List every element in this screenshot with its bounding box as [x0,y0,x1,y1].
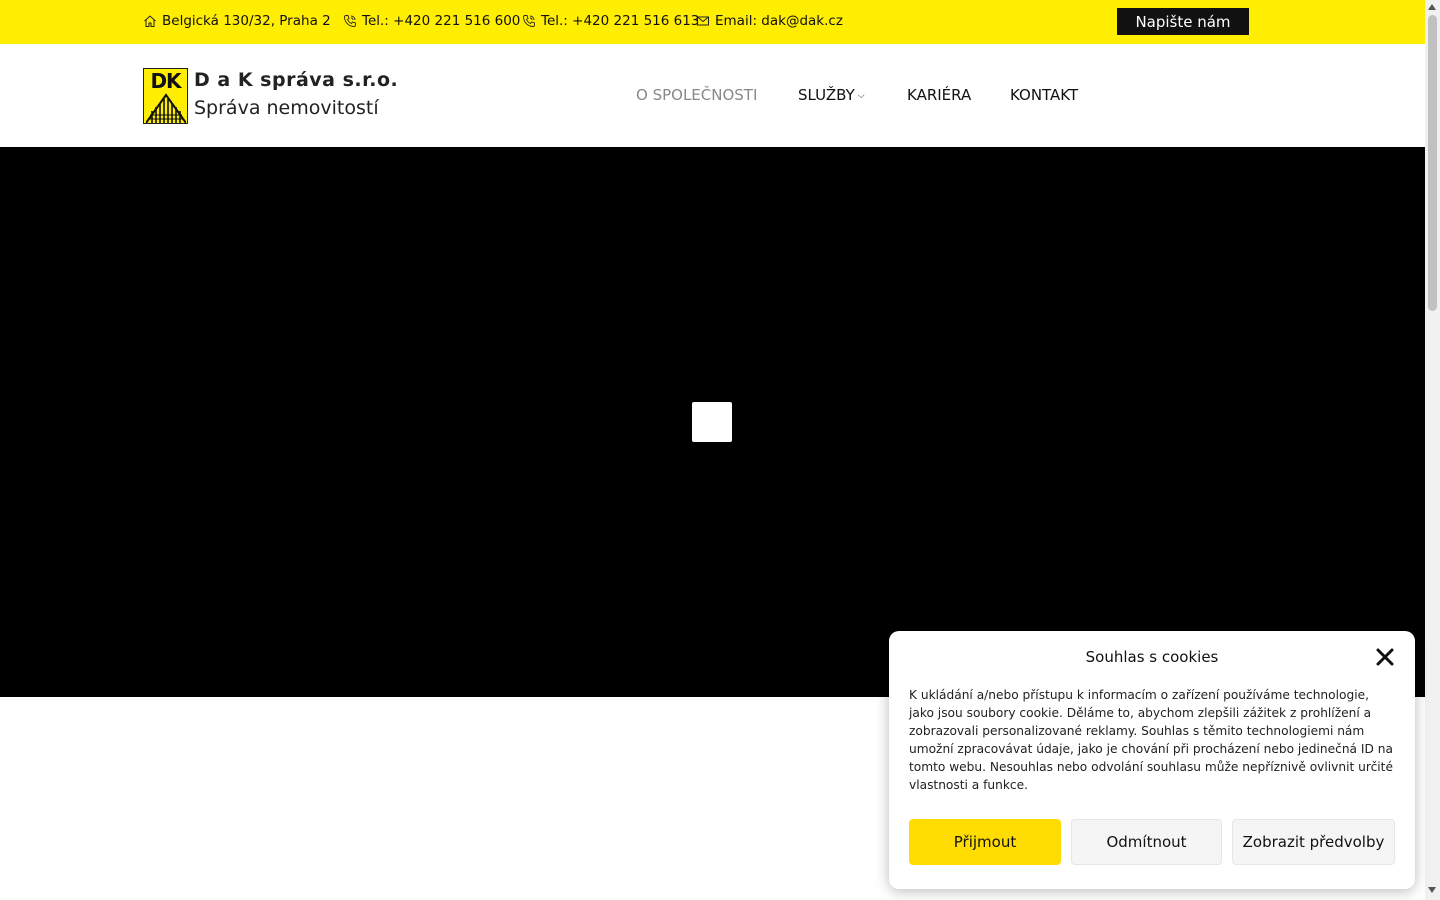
address-item: Belgická 130/32, Praha 2 [143,12,331,30]
phone-icon [344,15,356,27]
logo-building-icon [146,93,186,123]
logo[interactable]: DK [143,68,188,124]
cookie-title: Souhlas s cookies [1085,648,1219,666]
cookie-consent-dialog: Souhlas s cookies K ukládání a/nebo přís… [889,631,1415,889]
envelope-icon [697,16,709,26]
preferences-button[interactable]: Zobrazit předvolby [1232,819,1395,865]
chevron-down-icon: ⌵ [857,90,865,101]
nav-kariera[interactable]: KARIÉRA [907,86,971,104]
nav-o-spolecnosti[interactable]: O SPOLEČNOSTI [636,86,757,104]
nav-kontakt[interactable]: KONTAKT [1010,86,1078,104]
phone1-text[interactable]: Tel.: +420 221 516 600 [362,13,520,29]
hero-video[interactable] [0,147,1425,697]
email-item[interactable]: Email: dak@dak.cz [696,12,843,30]
company-tagline: Správa nemovitostí [194,97,379,119]
scrollbar-thumb[interactable] [1428,15,1437,311]
home-icon [144,15,156,27]
deny-button[interactable]: Odmítnout [1071,819,1222,865]
phone-icon [523,15,535,27]
phone2-item[interactable]: Tel.: +420 221 516 613 [522,12,699,30]
site-header: DK D a K správa s.r.o. Správa nemovitost… [0,44,1425,147]
close-icon[interactable] [1375,647,1395,667]
cookie-description: K ukládání a/nebo přístupu k informacím … [909,688,1393,792]
phone1-item[interactable]: Tel.: +420 221 516 600 [343,12,520,30]
phone2-text[interactable]: Tel.: +420 221 516 613 [541,13,699,29]
top-contact-bar: Belgická 130/32, Praha 2 Tel.: +420 221 … [0,0,1425,44]
nav-sluzby[interactable]: SLUŽBY ⌵ [798,86,865,104]
logo-text: DK [150,69,181,93]
play-icon[interactable] [692,402,732,442]
nav-sluzby-label: SLUŽBY [798,86,855,104]
address-text: Belgická 130/32, Praha 2 [162,13,331,29]
email-text[interactable]: Email: dak@dak.cz [715,13,843,29]
write-us-button[interactable]: Napište nám [1117,8,1249,35]
scroll-up-icon[interactable] [1428,4,1436,10]
scroll-down-icon[interactable] [1428,887,1436,893]
company-name[interactable]: D a K správa s.r.o. [194,69,398,91]
accept-button[interactable]: Přijmout [909,819,1061,865]
